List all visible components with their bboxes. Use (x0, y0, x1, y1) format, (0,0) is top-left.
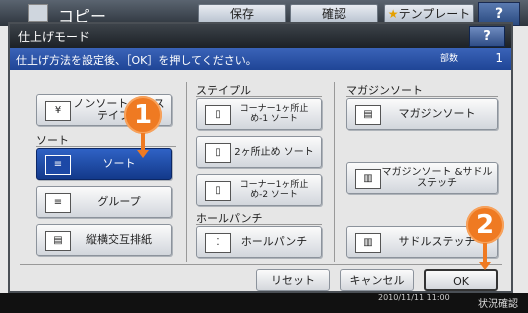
cancel-button[interactable]: キャンセル (340, 269, 414, 291)
hole-punch-button[interactable]: ⁚ ホールパンチ (196, 226, 322, 258)
step-2-arrow (479, 262, 491, 270)
dialog-help-button[interactable]: ? (469, 26, 505, 47)
saddle-stitch-icon: ▥ (355, 233, 381, 253)
sort-icon: ≡ (45, 155, 71, 175)
copies-label: 部数 (440, 54, 459, 64)
group-label: グループ (97, 195, 141, 208)
rotate-icon: ▤ (45, 231, 71, 251)
footer-divider (20, 264, 502, 265)
template-label: テンプレート (398, 7, 471, 21)
rotate-sort-label: 縦横交互排紙 (86, 233, 152, 246)
corner-staple-1-label: コーナー1ヶ所止め-1 ソート (239, 104, 309, 124)
group-button[interactable]: ≡ グループ (36, 186, 172, 218)
booklet-icon: ▥ (355, 169, 381, 189)
nonsort-icon: ¥ (45, 101, 71, 121)
hole-punch-icon: ⁚ (205, 233, 231, 253)
template-button[interactable]: ★テンプレート (384, 4, 474, 24)
step-1-pointer (141, 133, 145, 151)
star-icon: ★ (387, 7, 399, 21)
column-divider-2 (334, 82, 335, 262)
magazine-section-divider (346, 96, 498, 97)
group-icon: ≡ (45, 193, 71, 213)
magazine-sort-button[interactable]: ▤ マガジンソート (346, 98, 498, 130)
sort-button[interactable]: ≡ ソート (36, 148, 172, 180)
column-divider-1 (186, 82, 187, 262)
staple-icon: ▯ (205, 105, 231, 125)
reset-button[interactable]: リセット (256, 269, 330, 291)
double-staple-button[interactable]: ▯ 2ヶ所止め ソート (196, 136, 322, 168)
ok-button[interactable]: OK (424, 269, 498, 291)
punch-section-divider (196, 224, 322, 225)
step-2-pointer (483, 243, 487, 263)
clock-display: 2010/11/11 11:00 (378, 293, 450, 302)
magazine-icon: ▤ (355, 105, 381, 125)
rotate-sort-button[interactable]: ▤ 縦横交互排紙 (36, 224, 172, 256)
status-strip: 2010/11/11 11:00 状況確認 (0, 293, 528, 313)
magazine-saddle-label: マガジンソート &サドルステッチ (381, 167, 493, 189)
corner-staple-1-button[interactable]: ▯ コーナー1ヶ所止め-1 ソート (196, 98, 322, 130)
confirm-button[interactable]: 確認 (290, 4, 378, 24)
dialog-title-bar: 仕上げモード ? (10, 24, 511, 48)
staple-section-divider (196, 96, 322, 97)
corner-staple-2-label: コーナー1ヶ所止め-2 ソート (239, 180, 309, 200)
hole-punch-label: ホールパンチ (240, 235, 308, 248)
magazine-saddle-button[interactable]: ▥ マガジンソート &サドルステッチ (346, 162, 498, 194)
save-button[interactable]: 保存 (198, 4, 286, 24)
corner-staple-2-button[interactable]: ▯ コーナー1ヶ所止め-2 ソート (196, 174, 322, 206)
dialog-title: 仕上げモード (18, 30, 91, 44)
step-1-callout: 1 (124, 96, 162, 134)
double-staple-label: 2ヶ所止め ソート (234, 146, 314, 158)
double-staple-icon: ▯ (205, 143, 231, 163)
message-bar: 仕上げ方法を設定後、［OK］を押してください。 部数 1 (10, 48, 511, 70)
copies-value: 1 (495, 51, 503, 65)
instruction-text: 仕上げ方法を設定後、［OK］を押してください。 (16, 54, 257, 67)
step-1-arrow (137, 150, 149, 158)
job-status-button[interactable]: 状況確認 (478, 295, 518, 310)
sort-section-divider (36, 146, 176, 147)
copy-icon (28, 4, 48, 22)
sort-label: ソート (102, 157, 136, 170)
staple-icon: ▯ (205, 181, 231, 201)
magazine-sort-label: マガジンソート (398, 107, 476, 120)
step-2-callout: 2 (466, 206, 504, 244)
finishing-dialog: 仕上げモード ? 仕上げ方法を設定後、［OK］を押してください。 部数 1 ¥ … (8, 22, 513, 293)
